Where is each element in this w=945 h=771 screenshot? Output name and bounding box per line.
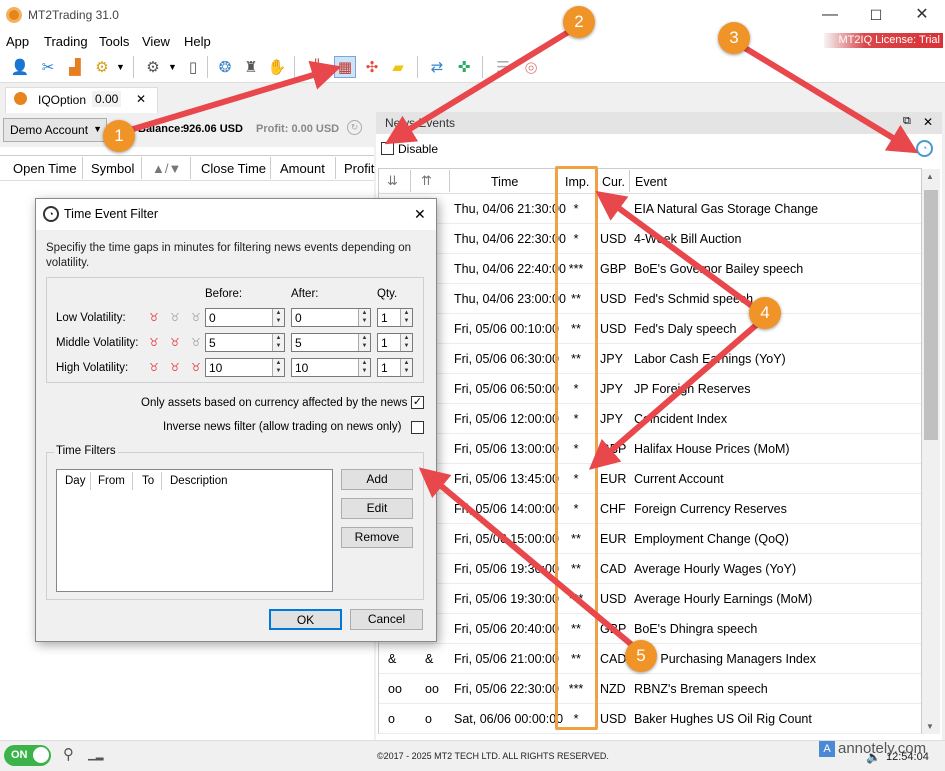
annotation-arrows <box>119 25 919 653</box>
arrow-2 <box>384 25 577 145</box>
step-marker-3: 3 <box>718 22 750 54</box>
arrow-4a <box>595 190 762 315</box>
step-marker-5: 5 <box>625 640 657 672</box>
step-marker-4: 4 <box>749 297 781 329</box>
arrow-5 <box>418 467 640 653</box>
arrow-4b <box>588 317 764 470</box>
step-marker-1: 1 <box>103 120 135 152</box>
arrow-3 <box>733 39 919 154</box>
step-marker-2: 2 <box>563 6 595 38</box>
arrow-1 <box>119 60 342 136</box>
